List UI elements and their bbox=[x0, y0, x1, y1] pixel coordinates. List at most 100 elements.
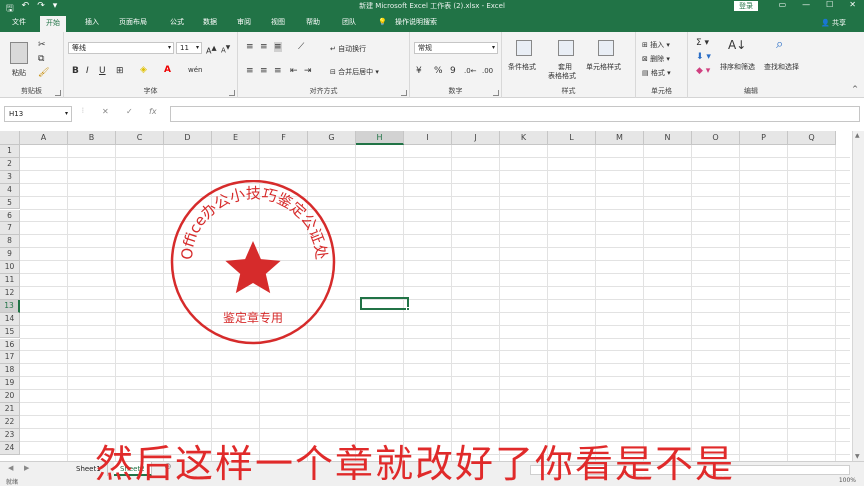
row-header-7[interactable]: 7 bbox=[0, 222, 20, 236]
selected-cell[interactable] bbox=[360, 297, 410, 311]
tab-2[interactable]: 插入 bbox=[85, 17, 99, 27]
row-header-21[interactable]: 21 bbox=[0, 403, 20, 416]
column-header-H[interactable]: H bbox=[356, 131, 404, 145]
prev-sheet-icon[interactable]: ◀ bbox=[8, 464, 13, 472]
minimize-icon[interactable]: — bbox=[802, 0, 810, 9]
format-table-label-2[interactable]: 表格格式 bbox=[548, 71, 576, 81]
row-header-14[interactable]: 14 bbox=[0, 312, 20, 326]
row-header-17[interactable]: 17 bbox=[0, 351, 20, 365]
row-header-9[interactable]: 9 bbox=[0, 248, 20, 262]
dialog-launcher-icon[interactable] bbox=[229, 90, 235, 96]
scroll-down-icon[interactable]: ▼ bbox=[855, 453, 860, 460]
row-header-13[interactable]: 13 bbox=[0, 299, 20, 313]
column-header-P[interactable]: P bbox=[740, 131, 788, 145]
seal-stamp[interactable]: Office办公小技巧鉴定公证处 鉴定章专用 bbox=[168, 180, 338, 345]
share-button[interactable]: 👤 共享 bbox=[821, 18, 846, 28]
select-all-corner[interactable] bbox=[0, 131, 20, 145]
percent-button[interactable]: % bbox=[434, 66, 443, 76]
collapse-ribbon-icon[interactable]: ^ bbox=[852, 84, 858, 94]
insert-cells-button[interactable]: ⊞ 插入 ▾ bbox=[642, 40, 670, 50]
orientation-icon[interactable]: ⟋ bbox=[298, 42, 304, 52]
column-header-F[interactable]: F bbox=[260, 131, 308, 145]
row-header-3[interactable]: 3 bbox=[0, 170, 20, 184]
align-middle-icon[interactable]: ≡ bbox=[260, 42, 268, 52]
column-header-I[interactable]: I bbox=[404, 131, 452, 145]
tab-8[interactable]: 帮助 bbox=[306, 17, 320, 27]
decrease-indent-icon[interactable]: ⇤ bbox=[290, 66, 298, 76]
insert-function-icon[interactable]: fx bbox=[149, 107, 157, 116]
italic-button[interactable]: I bbox=[86, 66, 89, 76]
column-header-K[interactable]: K bbox=[500, 131, 548, 145]
row-header-23[interactable]: 23 bbox=[0, 428, 20, 442]
row-header-16[interactable]: 16 bbox=[0, 338, 20, 352]
column-header-G[interactable]: G bbox=[308, 131, 356, 145]
row-header-20[interactable]: 20 bbox=[0, 390, 20, 403]
row-header-19[interactable]: 19 bbox=[0, 377, 20, 391]
close-icon[interactable]: ✕ bbox=[849, 0, 856, 9]
tab-5[interactable]: 数据 bbox=[203, 17, 217, 27]
autosum-icon[interactable]: Σ ▾ bbox=[696, 38, 709, 48]
enter-icon[interactable]: ✓ bbox=[126, 107, 133, 116]
align-bottom-icon[interactable]: ≡ bbox=[274, 42, 282, 52]
row-header-2[interactable]: 2 bbox=[0, 157, 20, 171]
conditional-format-button[interactable]: 条件格式 bbox=[508, 62, 536, 72]
increase-indent-icon[interactable]: ⇥ bbox=[304, 66, 312, 76]
sort-filter-icon[interactable]: A↓ bbox=[728, 39, 746, 51]
row-header-4[interactable]: 4 bbox=[0, 183, 20, 197]
dialog-launcher-icon[interactable] bbox=[401, 90, 407, 96]
row-header-5[interactable]: 5 bbox=[0, 196, 20, 210]
paste-button[interactable]: 粘贴 bbox=[12, 68, 26, 78]
row-header-6[interactable]: 6 bbox=[0, 209, 20, 223]
row-header-8[interactable]: 8 bbox=[0, 235, 20, 249]
comma-button[interactable]: 9 bbox=[450, 66, 456, 76]
find-select-button[interactable]: 查找和选择 bbox=[764, 62, 799, 72]
align-left-icon[interactable]: ≡ bbox=[246, 66, 254, 76]
font-color-icon[interactable]: A bbox=[164, 65, 171, 75]
row-header-18[interactable]: 18 bbox=[0, 364, 20, 378]
column-header-O[interactable]: O bbox=[692, 131, 740, 145]
dialog-launcher-icon[interactable] bbox=[55, 90, 61, 96]
font-size-combo[interactable]: 11 ▾ bbox=[176, 42, 202, 54]
copy-icon[interactable]: ⧉ bbox=[38, 54, 44, 64]
border-icon[interactable]: ⊞ bbox=[116, 66, 124, 76]
sort-filter-button[interactable]: 排序和筛选 bbox=[720, 62, 755, 72]
row-header-24[interactable]: 24 bbox=[0, 441, 20, 455]
align-top-icon[interactable]: ≡ bbox=[246, 42, 254, 52]
dialog-launcher-icon[interactable] bbox=[493, 90, 499, 96]
row-header-10[interactable]: 10 bbox=[0, 261, 20, 274]
phonetic-icon[interactable]: wén bbox=[188, 65, 202, 75]
tab-3[interactable]: 页面布局 bbox=[119, 17, 147, 27]
fill-icon[interactable]: ⬇ ▾ bbox=[696, 52, 711, 62]
column-header-Q[interactable]: Q bbox=[788, 131, 836, 145]
column-header-N[interactable]: N bbox=[644, 131, 692, 145]
column-header-B[interactable]: B bbox=[68, 131, 116, 145]
grow-font-icon[interactable]: A▲ bbox=[206, 43, 217, 57]
row-header-15[interactable]: 15 bbox=[0, 325, 20, 339]
row-header-11[interactable]: 11 bbox=[0, 274, 20, 287]
zoom-level[interactable]: 100% bbox=[839, 477, 856, 484]
worksheet-grid[interactable]: A B C D E F G H I J K L M N O P Q 1 2 3 4 5 6 7 8 9 10 11 12 13 14 15 16… bbox=[0, 131, 864, 461]
format-cells-button[interactable]: ▤ 格式 ▾ bbox=[642, 68, 671, 78]
merge-center-button[interactable]: ⊟ 合并后居中 ▾ bbox=[330, 67, 379, 77]
row-header-12[interactable]: 12 bbox=[0, 286, 20, 300]
column-header-E[interactable]: E bbox=[212, 131, 260, 145]
format-table-icon[interactable] bbox=[558, 40, 574, 56]
fill-color-icon[interactable]: ◈ bbox=[140, 65, 147, 75]
tell-me-box[interactable]: 💡 操作说明搜索 bbox=[378, 17, 437, 27]
fill-handle[interactable] bbox=[406, 307, 410, 311]
shrink-font-icon[interactable]: A▼ bbox=[221, 43, 230, 55]
bold-button[interactable]: B bbox=[72, 66, 79, 76]
format-painter-icon[interactable]: 🖌 bbox=[38, 68, 49, 78]
cut-icon[interactable]: ✂ bbox=[38, 40, 46, 50]
tab-4[interactable]: 公式 bbox=[170, 17, 184, 27]
column-header-M[interactable]: M bbox=[596, 131, 644, 145]
align-right-icon[interactable]: ≡ bbox=[274, 66, 282, 76]
cell-styles-button[interactable]: 单元格样式 bbox=[586, 62, 621, 72]
search-icon[interactable]: ⌕ bbox=[776, 38, 783, 51]
number-format-combo[interactable]: 常规 ▾ bbox=[414, 42, 498, 54]
underline-button[interactable]: U bbox=[99, 66, 106, 76]
cancel-icon[interactable]: ✕ bbox=[102, 107, 109, 116]
column-header-L[interactable]: L bbox=[548, 131, 596, 145]
tab-6[interactable]: 审阅 bbox=[237, 17, 251, 27]
tab-0[interactable]: 文件 bbox=[12, 17, 26, 27]
